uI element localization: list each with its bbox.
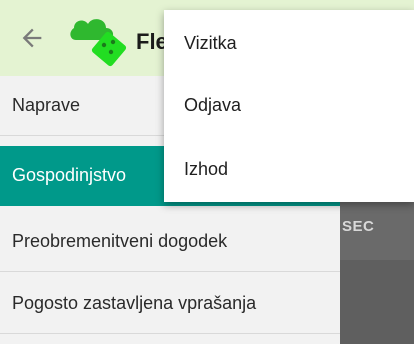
menu-item-vizitka[interactable]: Vizitka: [164, 12, 414, 74]
menu-item-label: Odjava: [184, 95, 242, 115]
menu-item-label: Vizitka: [184, 33, 237, 53]
drawer-item-preobremenitveni-dogodek[interactable]: Preobremenitveni dogodek: [0, 212, 340, 272]
arrow-left-icon[interactable]: [18, 24, 46, 52]
menu-item-label: Izhod: [184, 159, 229, 179]
drawer-item-pogosto-zastavljena-vprasanja[interactable]: Pogosto zastavljena vprašanja: [0, 274, 340, 334]
drawer-item-label: Pogosto zastavljena vprašanja: [12, 293, 257, 313]
menu-item-odjava[interactable]: Odjava: [164, 74, 414, 136]
cloud-logo-icon: [70, 19, 127, 67]
overflow-menu: Vizitka Odjava Izhod: [164, 10, 414, 202]
drawer-item-label: Preobremenitveni dogodek: [12, 231, 228, 251]
drawer-item-label: Gospodinjstvo: [12, 165, 127, 185]
drawer-item-label: Naprave: [12, 95, 81, 115]
menu-item-izhod[interactable]: Izhod: [164, 138, 414, 200]
dimmed-section-label: SEC: [342, 218, 375, 235]
